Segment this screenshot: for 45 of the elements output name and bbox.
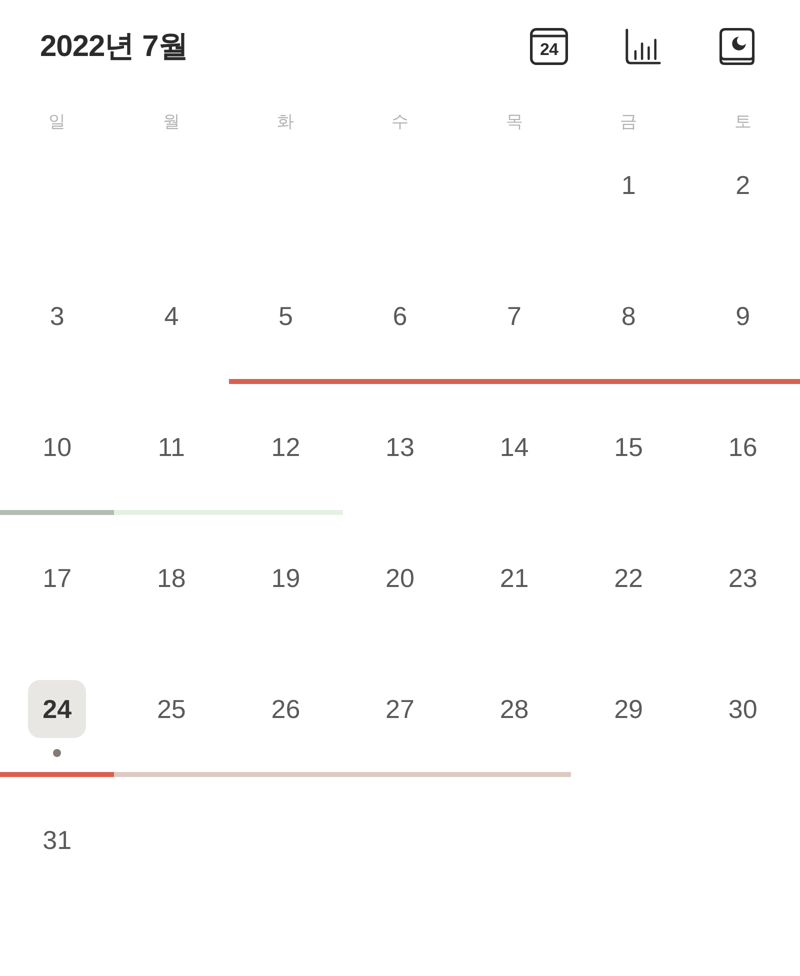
day-number[interactable]: 23: [714, 549, 772, 607]
day-number[interactable]: 10: [28, 418, 86, 476]
month-title: 2022년 7월: [40, 28, 188, 64]
day-number[interactable]: 17: [28, 549, 86, 607]
day-number[interactable]: 2: [714, 156, 772, 214]
journal-button[interactable]: [718, 27, 756, 65]
day-number[interactable]: 1: [600, 156, 658, 214]
stats-button[interactable]: [624, 27, 662, 65]
moon-book-icon: [719, 28, 755, 64]
day-number[interactable]: 4: [142, 287, 200, 345]
day-number[interactable]: 13: [370, 418, 429, 476]
weekday-label: 금: [620, 110, 638, 132]
today-button[interactable]: 24: [530, 28, 568, 64]
day-number[interactable]: 9: [714, 287, 772, 345]
weekday-label: 목: [506, 110, 523, 132]
day-number[interactable]: 7: [485, 287, 544, 345]
day-number[interactable]: 16: [714, 418, 772, 476]
day-number[interactable]: 24: [28, 680, 86, 738]
day-number[interactable]: 20: [370, 549, 429, 607]
bar-chart-icon: [625, 28, 661, 64]
day-number[interactable]: 5: [256, 287, 315, 345]
day-number[interactable]: 19: [256, 549, 315, 607]
day-number[interactable]: 11: [142, 418, 200, 476]
weekday-label: 화: [277, 110, 294, 132]
weekday-label: 수: [391, 110, 408, 132]
weekday-label: 일: [48, 110, 66, 132]
day-number[interactable]: 6: [370, 287, 429, 345]
day-number[interactable]: 14: [485, 418, 544, 476]
day-number[interactable]: 29: [600, 680, 658, 738]
day-number[interactable]: 8: [600, 287, 658, 345]
day-number[interactable]: 22: [600, 549, 658, 607]
day-number[interactable]: 18: [142, 549, 200, 607]
calendar-icon: [530, 28, 568, 64]
day-number[interactable]: 26: [256, 680, 315, 738]
weekday-label: 토: [734, 110, 752, 132]
day-number[interactable]: 15: [600, 418, 658, 476]
day-number[interactable]: 28: [485, 680, 544, 738]
weekday-label: 월: [162, 110, 180, 132]
day-number[interactable]: 30: [714, 680, 772, 738]
day-number[interactable]: 3: [28, 287, 86, 345]
day-number[interactable]: 12: [256, 418, 315, 476]
day-number[interactable]: 25: [142, 680, 200, 738]
day-number[interactable]: 31: [28, 811, 86, 869]
day-number[interactable]: 27: [370, 680, 429, 738]
day-number[interactable]: 21: [485, 549, 544, 607]
